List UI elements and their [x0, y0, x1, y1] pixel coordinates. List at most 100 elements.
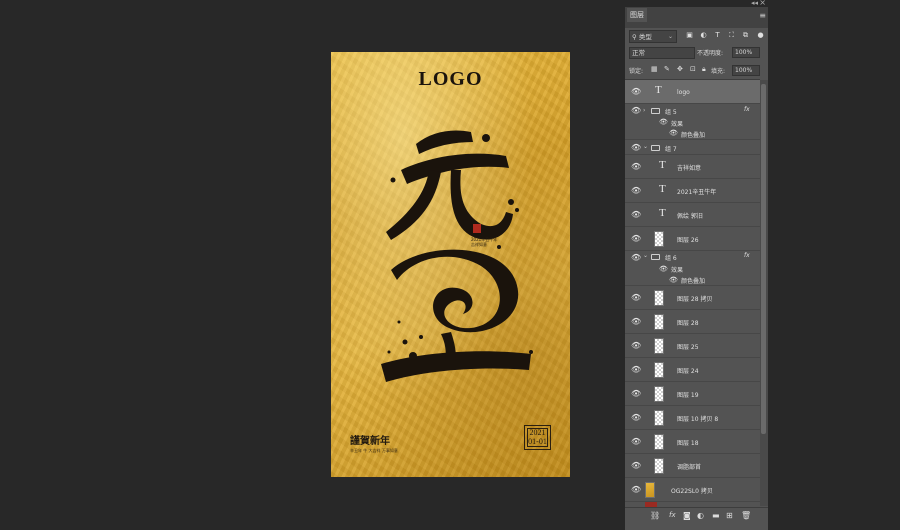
eye-icon[interactable]: 👁︎ [659, 265, 668, 273]
collapse-icon[interactable]: ◂◂ [751, 0, 758, 7]
eye-icon[interactable]: 👁︎ [669, 276, 678, 284]
layer-row[interactable]: 👁︎ T 2021辛丑牛年 [625, 179, 760, 203]
layer-row[interactable]: 👁︎ OG22SL0 拷贝 [625, 478, 760, 502]
eye-icon[interactable]: 👁︎ [631, 365, 641, 374]
layer-row[interactable]: 👁︎ 图层 10 拷贝 8 [625, 406, 760, 430]
lock-label: 锁定: [629, 68, 644, 75]
filter-kind-label: 类型 [638, 33, 652, 41]
pixel-filter-icon[interactable]: ▣ [685, 31, 694, 40]
type-filter-icon[interactable]: T [713, 31, 722, 40]
layer-name: 图层 18 [677, 440, 699, 447]
lock-all-icon[interactable]: 🔒︎ [702, 65, 706, 74]
panel-title-bar: ◂◂ × [625, 0, 768, 7]
shape-filter-icon[interactable]: ⛶ [727, 31, 736, 40]
group-row[interactable]: 👁︎ ⌄ 组 6 fx [625, 251, 760, 263]
fx-icon[interactable]: fx [744, 252, 750, 259]
adjustment-layer-icon[interactable]: ◐ [697, 511, 704, 520]
layer-row[interactable]: 👁︎ 图层 28 拷贝 [625, 286, 760, 310]
date-year: 2021 [529, 428, 546, 437]
layer-row[interactable]: 👁︎ 图层 26 [625, 227, 760, 251]
folder-icon [651, 254, 660, 260]
opacity-input[interactable]: 100% [732, 47, 760, 58]
eye-icon[interactable]: 👁︎ [631, 461, 641, 470]
fx-button[interactable]: fx [669, 511, 676, 519]
lock-image-icon[interactable]: ✎ [664, 65, 670, 73]
layer-row[interactable]: 👁︎ 图层 18 [625, 430, 760, 454]
layer-name: 组 7 [665, 146, 677, 153]
eye-icon[interactable]: 👁︎ [659, 118, 668, 126]
new-layer-icon[interactable]: ⊞ [726, 511, 733, 520]
layer-thumbnail [654, 338, 664, 354]
layer-row[interactable]: 👁︎ 图层 28 [625, 310, 760, 334]
eye-icon[interactable]: 👁︎ [669, 129, 678, 137]
layers-panel: ◂◂ × 图层 ≡ ⚲ 类型 ⌄ ▣ ◐ T ⛶ ⧉ ● 正常 不透明度: 10… [625, 0, 768, 530]
layer-name: 图层 25 [677, 344, 699, 351]
adjustment-filter-icon[interactable]: ◐ [699, 31, 708, 40]
panel-menu-icon[interactable]: ≡ [759, 11, 766, 20]
group-row[interactable]: 👁︎ › 组 5 fx [625, 104, 760, 116]
eye-icon[interactable]: 👁︎ [631, 186, 641, 195]
eye-icon[interactable]: 👁︎ [631, 234, 641, 243]
eye-icon[interactable]: 👁︎ [631, 143, 641, 152]
eye-icon[interactable]: 👁︎ [631, 106, 641, 115]
folder-icon [651, 145, 660, 151]
date-day: 01-01 [528, 437, 547, 446]
filter-kind-select[interactable]: ⚲ 类型 ⌄ [629, 30, 677, 43]
lock-artboard-icon[interactable]: ⊡ [690, 65, 696, 73]
layer-name: 颜色叠加 [681, 132, 706, 139]
fill-input[interactable]: 100% [732, 65, 760, 76]
eye-icon[interactable]: 👁︎ [631, 210, 641, 219]
close-icon[interactable]: × [759, 0, 766, 7]
eye-icon[interactable]: 👁︎ [631, 317, 641, 326]
new-group-icon[interactable]: ▬ [712, 511, 720, 520]
layer-thumbnail [654, 386, 664, 402]
lock-transparent-icon[interactable]: ▦ [651, 65, 658, 73]
document-canvas[interactable]: LOGO 2021辛丑牛年 吉祥如意 謹賀新年 辛丑年 牛 大吉祥 万事如意 2… [331, 52, 570, 477]
effects-row[interactable]: 👁︎ 效果 [625, 263, 760, 274]
layer-row[interactable]: 👁︎ 图层 24 [625, 358, 760, 382]
layer-name: 调脂部首 [677, 464, 702, 471]
fx-icon[interactable]: fx [744, 106, 750, 113]
layer-row[interactable]: 👁︎ T 佩绘 郭旧 [625, 203, 760, 227]
eye-icon[interactable]: 👁︎ [631, 485, 641, 494]
layer-row[interactable]: 👁︎ T 吉祥如意 [625, 155, 760, 179]
scrollbar-thumb[interactable] [761, 84, 766, 434]
layer-row[interactable]: 👁︎ 图层 25 [625, 334, 760, 358]
expand-arrow-icon[interactable]: › [643, 107, 645, 114]
layer-thumbnail [654, 314, 664, 330]
effect-row[interactable]: 👁︎ 颜色叠加 [625, 127, 760, 140]
filter-toggle-icon[interactable]: ● [756, 31, 765, 40]
eye-icon[interactable]: 👁︎ [631, 341, 641, 350]
collapse-arrow-icon[interactable]: ⌄ [643, 252, 648, 259]
eye-icon[interactable]: 👁︎ [631, 389, 641, 398]
calligraphy-artwork [381, 130, 533, 382]
eye-icon[interactable]: 👁︎ [631, 162, 641, 171]
layer-name: logo [677, 89, 690, 96]
eye-icon[interactable]: 👁︎ [631, 413, 641, 422]
layer-row[interactable]: 👁︎ 调脂部首 [625, 454, 760, 478]
eye-icon[interactable]: 👁︎ [631, 87, 641, 96]
chevron-down-icon: ⌄ [667, 33, 673, 40]
eye-icon[interactable]: 👁︎ [631, 437, 641, 446]
delete-layer-icon[interactable]: 🗑︎ [741, 511, 751, 520]
effect-row[interactable]: 👁︎ 颜色叠加 [625, 274, 760, 286]
date-stamp: 2021 01-01 [524, 425, 551, 450]
blend-mode-select[interactable]: 正常 [629, 47, 695, 59]
greeting-subtext: 辛丑年 牛 大吉祥 万事如意 [350, 448, 398, 453]
layer-name: 图层 26 [677, 237, 699, 244]
tab-layers[interactable]: 图层 [627, 8, 647, 22]
smart-object-filter-icon[interactable]: ⧉ [741, 31, 750, 40]
eye-icon[interactable]: 👁︎ [631, 293, 641, 302]
layer-row[interactable]: 👁︎ 图层 19 [625, 382, 760, 406]
layer-row[interactable]: 👁︎ T logo [625, 80, 760, 104]
link-layers-icon[interactable]: ⛓ [650, 511, 660, 520]
layer-thumbnail [654, 410, 664, 426]
group-row[interactable]: 👁︎ ⌄ 组 7 [625, 140, 760, 155]
type-layer-icon: T [655, 84, 662, 96]
lock-position-icon[interactable]: ✥ [677, 65, 683, 73]
collapse-arrow-icon[interactable]: ⌄ [643, 143, 648, 150]
layer-thumbnail [645, 482, 655, 498]
add-mask-icon[interactable]: ◙ [683, 511, 691, 520]
eye-icon[interactable]: 👁︎ [631, 253, 641, 262]
effects-row[interactable]: 👁︎ 效果 [625, 116, 760, 128]
